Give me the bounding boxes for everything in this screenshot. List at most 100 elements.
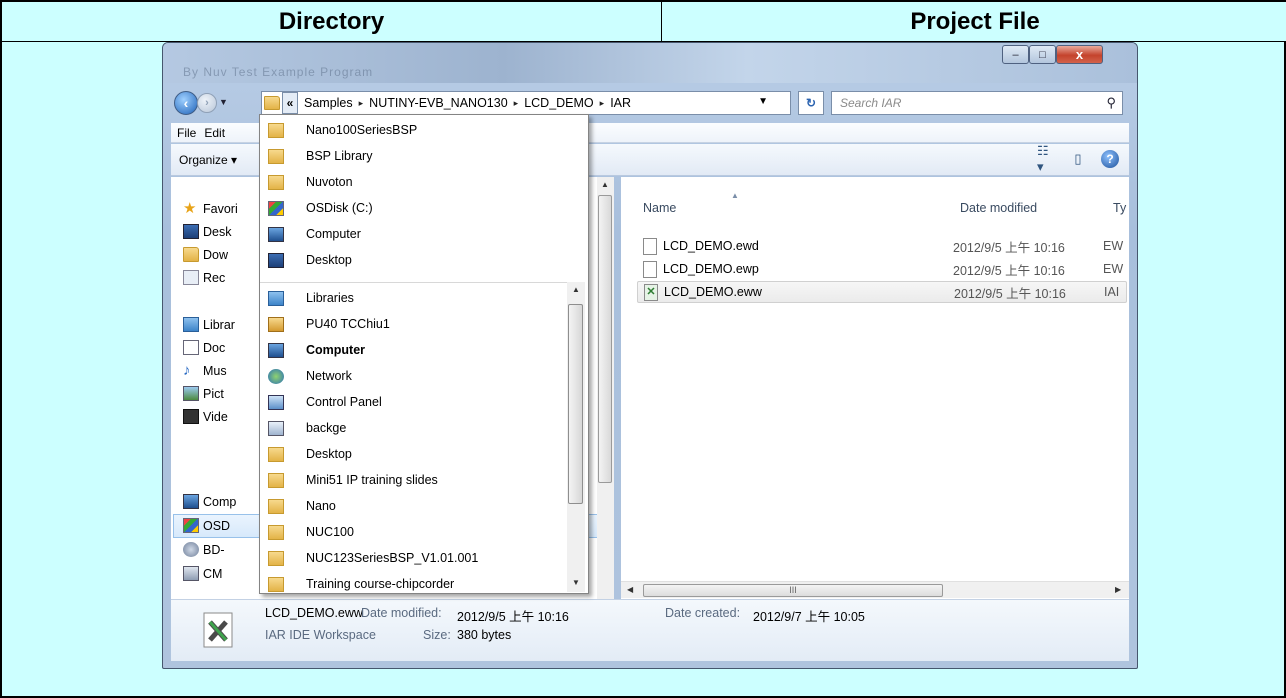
nav-downloads[interactable]: Dow	[183, 247, 228, 262]
breadcrumb-samples[interactable]: Samples	[304, 96, 353, 110]
preview-pane-icon[interactable]: ▯	[1069, 150, 1087, 168]
dropdown-item-label: Training course-chipcorder	[306, 577, 455, 591]
pictures-icon	[183, 386, 199, 401]
dropdown-item[interactable]: Desktop	[260, 441, 570, 467]
dropdown-item[interactable]: Nano100SeriesBSP	[260, 117, 570, 143]
breadcrumb-lcd-demo[interactable]: LCD_DEMO	[524, 96, 593, 110]
folder-icon	[268, 524, 284, 540]
hscroll-thumb[interactable]: III	[643, 584, 943, 597]
nav-desktop[interactable]: Desk	[183, 224, 231, 239]
dropdown-item[interactable]: NUC100	[260, 519, 570, 545]
nav-bd-drive[interactable]: BD-	[183, 542, 225, 557]
nav-videos[interactable]: Vide	[183, 409, 228, 424]
recent-pages-dropdown[interactable]: ▼	[219, 97, 228, 107]
nav-pane-scroll-thumb[interactable]	[598, 195, 612, 483]
breadcrumb-separator[interactable]: ▸	[359, 98, 364, 109]
folder-icon	[268, 550, 284, 566]
dropdown-item-label: Mini51 IP training slides	[306, 473, 438, 487]
dropdown-item-label: OSDisk (C:)	[306, 201, 373, 215]
maximize-button[interactable]: □	[1029, 45, 1056, 64]
minimize-button[interactable]: –	[1002, 45, 1029, 64]
address-dropdown-icon[interactable]: ▼	[758, 96, 768, 107]
dropdown-item[interactable]: OSDisk (C:)	[260, 195, 570, 221]
dropdown-item[interactable]: Mini51 IP training slides	[260, 467, 570, 493]
column-date-modified[interactable]: Date modified	[960, 201, 1037, 215]
dropdown-item[interactable]: Control Panel	[260, 389, 570, 415]
dropdown-item-label: Computer	[306, 227, 361, 241]
dropdown-item-label: Desktop	[306, 253, 352, 267]
dropdown-item[interactable]: Network	[260, 363, 570, 389]
search-input[interactable]: Search IAR ⚲	[831, 91, 1123, 115]
document-table: Directory Project File By Nuv Test Examp…	[0, 0, 1286, 698]
dropdown-scrollbar[interactable]: ▲ ▼	[567, 282, 585, 592]
dropdown-scroll-thumb[interactable]	[568, 304, 583, 504]
nav-music[interactable]: ♪ Mus	[183, 363, 227, 378]
column-type[interactable]: Ty	[1113, 201, 1126, 215]
help-icon[interactable]: ?	[1101, 150, 1119, 168]
details-type: IAR IDE Workspace	[265, 628, 376, 642]
search-icon[interactable]: ⚲	[1106, 95, 1116, 111]
nav-documents[interactable]: Doc	[183, 340, 225, 355]
file-row[interactable]: LCD_DEMO.ewd 2012/9/5 上午 10:16 EW	[637, 235, 1127, 257]
breadcrumb-nutiny[interactable]: NUTINY-EVB_NANO130	[369, 96, 507, 110]
file-row[interactable]: LCD_DEMO.ewp 2012/9/5 上午 10:16 EW	[637, 258, 1127, 280]
dropdown-item[interactable]: NUC123SeriesBSP_V1.01.001	[260, 545, 570, 571]
file-icon	[643, 237, 657, 255]
column-name[interactable]: Name	[643, 201, 676, 215]
dropdown-item[interactable]: Training course-chipcorder	[260, 571, 570, 597]
dropdown-item[interactable]: Nano	[260, 493, 570, 519]
nav-recent[interactable]: Rec	[183, 270, 225, 285]
dropdown-item[interactable]: PU40 TCChiu1	[260, 311, 570, 337]
file-list-hscrollbar[interactable]: ◀ III ▶	[621, 581, 1129, 598]
user-folder-icon	[268, 316, 284, 332]
nav-favorites[interactable]: ★ Favori	[183, 201, 238, 216]
scroll-right-icon[interactable]: ▶	[1115, 585, 1121, 594]
scroll-left-icon[interactable]: ◀	[627, 585, 633, 594]
breadcrumb-separator[interactable]: ▸	[514, 98, 519, 109]
dropdown-item[interactable]: BSP Library	[260, 143, 570, 169]
file-row-selected[interactable]: ✕ LCD_DEMO.eww 2012/9/5 上午 10:16 IAI	[637, 281, 1127, 303]
nav-pane-scrollbar[interactable]: ▲	[597, 177, 614, 599]
organize-button[interactable]: Organize ▾	[179, 153, 237, 167]
scroll-up-icon[interactable]: ▲	[572, 285, 580, 294]
back-button[interactable]: ‹	[174, 91, 198, 115]
address-chevron-button[interactable]: «	[282, 92, 298, 114]
dropdown-item[interactable]: backge	[260, 415, 570, 441]
nav-libraries[interactable]: Librar	[183, 317, 235, 332]
nav-pictures[interactable]: Pict	[183, 386, 224, 401]
dropdown-item[interactable]: Desktop	[260, 247, 570, 273]
menu-edit[interactable]: Edit	[204, 126, 225, 140]
dropdown-item-label: NUC100	[306, 525, 354, 539]
dropdown-item-label: backge	[306, 421, 347, 435]
nav-computer[interactable]: Comp	[183, 494, 236, 509]
dropdown-item[interactable]: Libraries	[260, 285, 570, 311]
dropdown-item[interactable]: Nuvoton	[260, 169, 570, 195]
forward-button[interactable]: ›	[197, 93, 217, 113]
folder-icon	[268, 498, 284, 514]
address-bar[interactable]: « Samples ▸ NUTINY-EVB_NANO130 ▸ LCD_DEM…	[261, 91, 791, 115]
scroll-down-icon[interactable]: ▼	[572, 578, 580, 587]
folder-icon	[268, 576, 284, 592]
scroll-up-icon[interactable]: ▲	[601, 180, 609, 189]
menu-file[interactable]: File	[177, 126, 196, 140]
details-filename: LCD_DEMO.eww	[265, 606, 363, 620]
breadcrumb-separator[interactable]: ▸	[600, 98, 605, 109]
nav-osdisk[interactable]: OSD	[183, 518, 230, 533]
table-header-row: Directory Project File	[2, 0, 1286, 42]
details-created-value: 2012/9/7 上午 10:05	[753, 610, 865, 624]
dropdown-item[interactable]: Computer	[260, 337, 570, 363]
file-list-pane: Name Date modified Ty ▲ LCD_DEMO.ewd 201…	[621, 177, 1129, 599]
folder-icon	[268, 122, 284, 138]
view-options-icon[interactable]: ☷ ▾	[1037, 143, 1055, 174]
navigation-row: ‹ › ▼ « Samples ▸ NUTINY-EVB_NANO130 ▸ L…	[171, 91, 1129, 115]
downloads-icon	[183, 247, 199, 262]
dropdown-item-label: Network	[306, 369, 352, 383]
dropdown-item[interactable]: Computer	[260, 221, 570, 247]
blurred-title: By Nuv Test Example Program	[183, 65, 374, 79]
breadcrumb-iar[interactable]: IAR	[610, 96, 631, 110]
nav-network-drive[interactable]: CM	[183, 566, 222, 581]
file-icon	[643, 260, 657, 278]
refresh-icon[interactable]: ↻	[798, 91, 824, 115]
folder-icon	[268, 148, 284, 164]
close-button[interactable]: x	[1056, 45, 1103, 64]
